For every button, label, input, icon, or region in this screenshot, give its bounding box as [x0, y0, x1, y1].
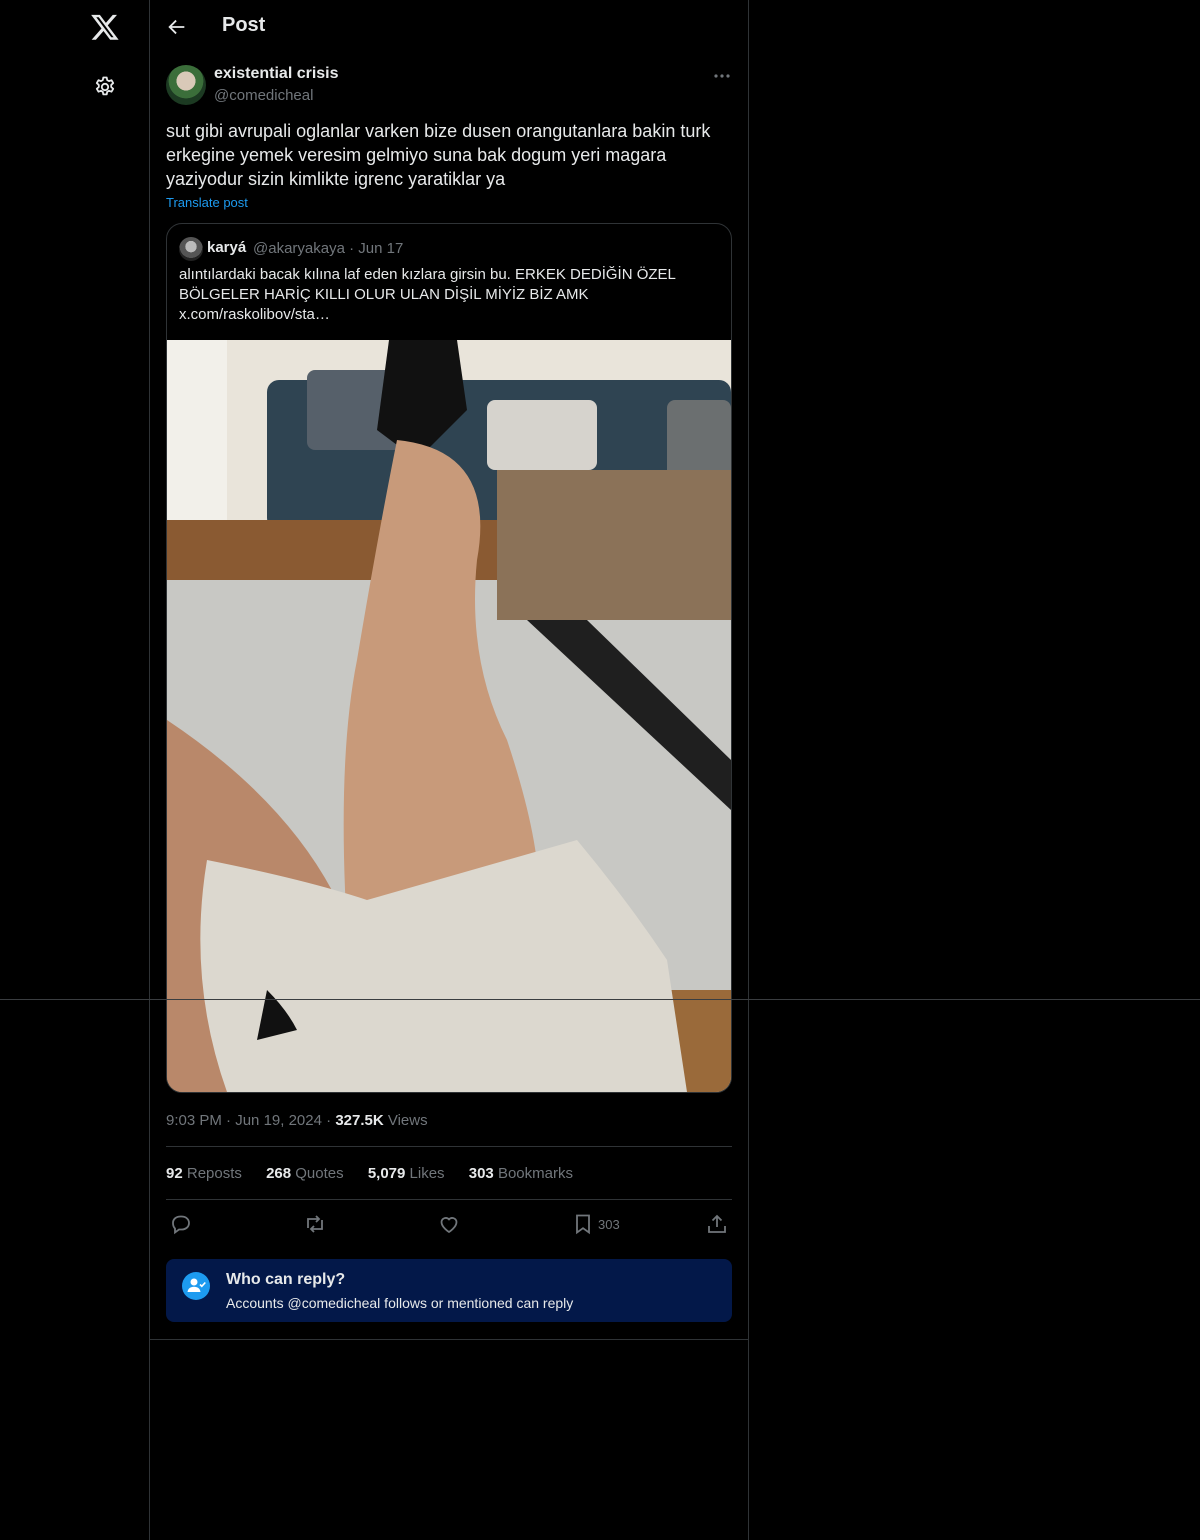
reposts-count: 92 [166, 1165, 183, 1182]
divider [166, 1199, 732, 1200]
reposts-stat[interactable]: 92 Reposts [166, 1165, 242, 1182]
author-handle[interactable]: @comedicheal [214, 87, 313, 104]
person-check-icon [182, 1272, 210, 1300]
divider [166, 1146, 732, 1147]
separator-dot: · [326, 1112, 336, 1129]
post-column: Post existential crisis @comedicheal sut… [150, 0, 749, 1540]
bookmark-count: 303 [598, 1217, 620, 1232]
reply-restriction-notice: Who can reply? Accounts @comedicheal fol… [166, 1259, 732, 1322]
separator-dot: · [349, 240, 359, 257]
quoted-post-date: Jun 17 [358, 240, 404, 257]
post-header: Post [150, 0, 748, 54]
likes-label: Likes [409, 1165, 445, 1182]
more-icon[interactable] [712, 66, 732, 86]
reposts-label: Reposts [186, 1165, 242, 1182]
quotes-stat[interactable]: 268 Quotes [266, 1165, 344, 1182]
bookmarks-label: Bookmarks [497, 1165, 573, 1182]
post-timestamp: 9:03 PM · Jun 19, 2024 · 327.5K Views [166, 1112, 428, 1129]
post-text: sut gibi avrupali oglanlar varken bize d… [166, 121, 711, 189]
reply-notice-subtitle: Accounts @comedicheal follows or mention… [226, 1295, 574, 1311]
back-arrow-icon[interactable] [166, 16, 188, 38]
quotes-count: 268 [266, 1165, 292, 1182]
divider [150, 1339, 748, 1340]
gear-icon[interactable] [93, 75, 117, 99]
reply-notice-title: Who can reply? [226, 1271, 346, 1288]
quoted-post-text: alıntılardaki bacak kılına laf eden kızl… [179, 266, 676, 323]
like-icon[interactable] [437, 1212, 461, 1236]
author-display-name[interactable]: existential crisis [214, 65, 339, 83]
separator-dot: · [226, 1112, 236, 1129]
views-count: 327.5K [335, 1112, 384, 1129]
divider [0, 999, 1200, 1000]
views-label: Views [387, 1112, 428, 1129]
page-title: Post [222, 14, 266, 36]
repost-icon[interactable] [303, 1212, 327, 1236]
quoted-author-handle: @akaryakaya [253, 240, 345, 257]
quoted-author-avatar [179, 237, 203, 261]
translate-post-link[interactable]: Translate post [166, 195, 248, 210]
quoted-post-image[interactable] [167, 340, 731, 1092]
left-nav-rail [0, 0, 150, 1540]
bookmark-icon[interactable] [571, 1212, 595, 1236]
post-time[interactable]: 9:03 PM [166, 1112, 222, 1129]
author-avatar[interactable] [166, 65, 206, 105]
quotes-label: Quotes [295, 1165, 344, 1182]
reply-icon[interactable] [169, 1212, 193, 1236]
quoted-post[interactable]: karyá @akaryakaya · Jun 17 alıntılardaki… [166, 223, 732, 1093]
bookmarks-count: 303 [468, 1165, 494, 1182]
share-icon[interactable] [705, 1212, 729, 1236]
quoted-author-name: karyá [207, 239, 247, 256]
x-logo-icon[interactable] [90, 12, 120, 42]
quoted-author-meta: @akaryakaya · Jun 17 [253, 240, 403, 257]
post-date[interactable]: Jun 19, 2024 [235, 1112, 322, 1129]
likes-count: 5,079 [367, 1165, 406, 1182]
bookmarks-stat[interactable]: 303 Bookmarks [469, 1165, 573, 1182]
engagement-stats: 92 Reposts 268 Quotes 5,079 Likes 303 Bo… [166, 1165, 593, 1182]
likes-stat[interactable]: 5,079 Likes [368, 1165, 445, 1182]
